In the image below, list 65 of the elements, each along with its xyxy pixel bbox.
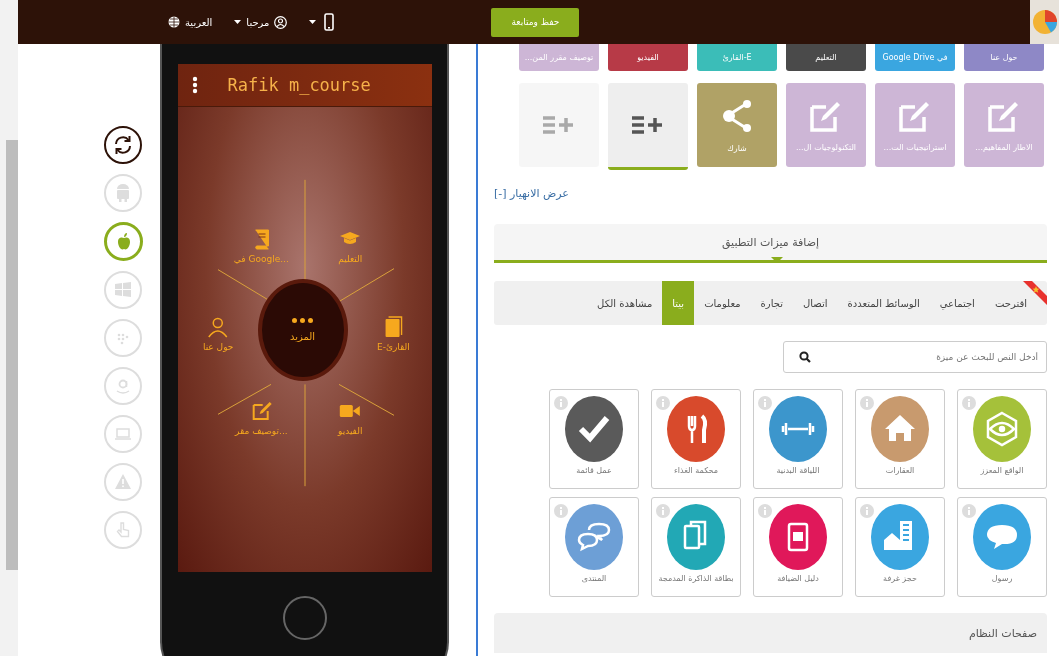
caret-icon: [309, 19, 317, 25]
info-icon[interactable]: [860, 504, 874, 518]
page-tab[interactable]: في Google Drive: [875, 44, 955, 71]
feature-card[interactable]: عمل قائمة: [549, 389, 639, 489]
info-icon[interactable]: [554, 396, 568, 410]
app-menu-item[interactable]: E-القارئ: [376, 316, 410, 353]
feature-card[interactable]: بطاقة الذاكرة المدمجة: [651, 497, 741, 597]
category-tab[interactable]: اقترحت: [984, 281, 1037, 325]
feature-card[interactable]: المنتدى: [549, 497, 639, 597]
pie-chart-icon: [1031, 9, 1058, 35]
info-icon[interactable]: [962, 396, 976, 410]
category-tab[interactable]: مشاهدة الكل: [587, 281, 663, 325]
info-icon[interactable]: [656, 504, 670, 518]
app-menu-item[interactable]: الفيديو: [338, 399, 363, 436]
info-icon[interactable]: [656, 396, 670, 410]
add-list-icon: [543, 115, 575, 135]
add-page-tile[interactable]: [608, 83, 688, 170]
user-menu[interactable]: مرحبا: [234, 15, 288, 29]
device-menu[interactable]: [309, 13, 335, 31]
info-icon[interactable]: [554, 504, 568, 518]
category-tab[interactable]: بيتا: [662, 281, 695, 325]
info-icon[interactable]: [758, 396, 772, 410]
phone-icon: [324, 13, 335, 31]
refresh-button[interactable]: [104, 126, 142, 164]
category-tab[interactable]: الوسائط المتعددة: [837, 281, 930, 325]
search-icon: [799, 351, 811, 363]
category-tab[interactable]: اتصال: [792, 281, 838, 325]
page-tab[interactable]: حول عنا: [964, 44, 1044, 71]
feature-card[interactable]: حجز غرفة: [855, 497, 945, 597]
app-menu-item[interactable]: توصيف مقر...: [235, 399, 288, 436]
feature-card[interactable]: محكمة الغذاء: [651, 389, 741, 489]
section-title: إضافة ميزات التطبيق: [721, 235, 820, 249]
category-tab[interactable]: معلومات: [694, 281, 751, 325]
feature-card[interactable]: اللياقة البدنية: [753, 389, 843, 489]
collapse-link[interactable]: [-] عرض الانهيار: [494, 187, 569, 200]
edit-icon: [250, 399, 273, 422]
add-list-icon: [632, 115, 664, 135]
person-icon: [207, 316, 230, 339]
feature-card[interactable]: العقارات: [855, 389, 945, 489]
feature-card[interactable]: رسول: [957, 497, 1047, 597]
app-menu-item[interactable]: التعليم: [338, 227, 363, 264]
panel-title: صفحات النظام: [968, 626, 1037, 640]
feature-card[interactable]: الواقع المعزز: [957, 389, 1047, 489]
platform-button[interactable]: [104, 222, 143, 261]
caret-icon: [234, 19, 242, 25]
home-button[interactable]: [282, 596, 327, 640]
info-icon[interactable]: [962, 504, 976, 518]
feature-card[interactable]: دليل الضيافة: [753, 497, 843, 597]
app-title: Rafik m_course: [227, 75, 371, 95]
page-tab[interactable]: الفيديو: [608, 44, 688, 71]
scrollbar[interactable]: [6, 140, 18, 570]
category-tab[interactable]: اجتماعي: [929, 281, 985, 325]
category-tab[interactable]: تجارة: [750, 281, 793, 325]
user-icon: [274, 15, 288, 29]
language-menu[interactable]: العربية: [168, 16, 213, 28]
save-button[interactable]: حفظ ومتابعة: [491, 7, 580, 37]
menu-icon[interactable]: [191, 76, 198, 94]
globe-icon: [168, 16, 180, 28]
app-menu-item[interactable]: حول عنا: [202, 316, 234, 353]
info-icon[interactable]: [860, 396, 874, 410]
app-menu-item[interactable]: في Google...: [233, 227, 289, 264]
page-tab[interactable]: التعليم: [786, 44, 866, 71]
more-button[interactable]: المزيد: [257, 279, 348, 381]
page-tile[interactable]: شارك: [697, 83, 777, 167]
info-icon[interactable]: [758, 504, 772, 518]
